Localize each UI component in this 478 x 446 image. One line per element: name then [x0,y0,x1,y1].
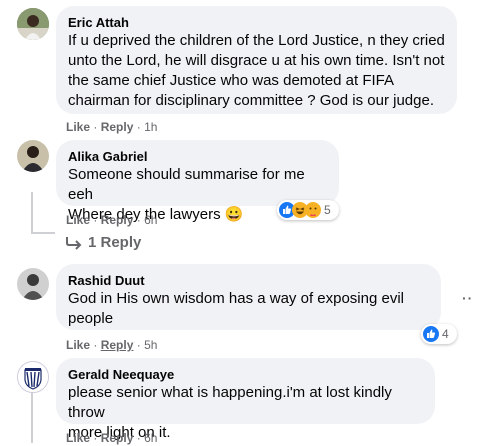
separator: · [136,120,141,134]
comment-actions: Like · Reply · 6h [66,430,157,446]
like-button[interactable]: Like [66,120,90,134]
avatar[interactable] [17,140,49,172]
separator: · [136,338,141,352]
club-crest-icon [18,362,48,392]
like-button[interactable]: Like [66,213,90,227]
comment-actions: Like · Reply · 5h [66,337,157,353]
reply-button[interactable]: Reply [101,213,134,227]
avatar[interactable] [17,268,49,300]
comment-bubble: Rashid Duut God in His own wisdom has a … [56,264,441,330]
separator: · [93,338,98,352]
comment-text: God in His own wisdom has a way of expos… [68,290,404,327]
timestamp[interactable]: 5h [144,338,157,352]
separator: · [136,213,141,227]
comment-bubble: Gerald Neequaye please senior what is ha… [56,358,435,441]
timestamp[interactable]: 6h [144,213,157,227]
reaction-count: 4 [442,327,449,341]
reply-button[interactable]: Reply [101,338,134,352]
comment-bubble: Eric Attah If u deprived the children of… [56,6,457,114]
separator: · [93,120,98,134]
comment-author[interactable]: Rashid Duut [68,272,429,289]
view-replies-button[interactable]: 1 Reply [66,234,141,251]
reply-arrow-icon [66,236,82,250]
avatar[interactable] [17,8,49,40]
like-reaction-icon [423,326,439,342]
comment-actions: Like · Reply · 1h [66,119,157,135]
reply-button[interactable]: Reply [101,120,134,134]
comment-actions: Like · Reply · 6h [66,212,157,228]
comment-author[interactable]: Gerald Neequaye [68,366,423,383]
like-button[interactable]: Like [66,338,90,352]
reply-count: 1 Reply [88,234,142,251]
comment-bubble: Alika Gabriel Someone should summarise f… [56,140,339,223]
timestamp[interactable]: 1h [144,120,157,134]
avatar[interactable] [17,361,49,393]
reaction-summary[interactable]: 5 [277,200,339,220]
thread-line [31,192,33,232]
person-photo-icon [17,140,49,172]
comment-text: If u deprived the children of the Lord J… [68,32,445,109]
care-reaction-icon [305,202,321,218]
person-photo-icon [17,8,49,40]
reaction-summary[interactable]: 4 [421,324,457,344]
reaction-count: 5 [324,203,331,217]
more-options-icon[interactable]: ·· [462,290,473,306]
thread-line-reply-curve [31,232,55,234]
person-photo-icon [17,268,49,300]
comment-author[interactable]: Alika Gabriel [68,148,327,165]
comment-author[interactable]: Eric Attah [68,14,445,31]
separator: · [93,213,98,227]
